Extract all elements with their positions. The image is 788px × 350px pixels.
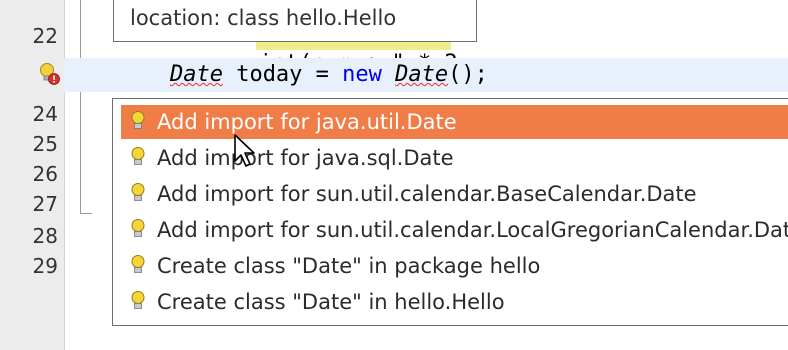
line-number: 24 [32,102,58,126]
line-number: 26 [32,162,58,186]
quick-fix-label: Add import for sun.util.calendar.LocalGr… [157,218,788,242]
quick-fix-item[interactable]: Add import for java.sql.Date [121,141,788,175]
line-number: 28 [32,224,58,248]
lightbulb-icon [131,111,145,129]
lightbulb-icon [131,255,145,273]
error-tooltip: location: class hello.Hello [113,0,477,42]
quick-fix-label: Create class "Date" in hello.Hello [157,290,505,314]
class-reference-error[interactable]: Date [170,62,223,87]
line-number: 27 [32,192,58,216]
code-line-23[interactable]: Date today = new Date(); [64,58,788,92]
quick-fix-item[interactable]: Create class "Date" in hello.Hello [121,285,788,319]
line-number: 29 [32,254,58,278]
mouse-pointer-icon [234,134,255,167]
code-text: (); [448,62,488,87]
quick-fix-popup: Add import for java.util.Date Add import… [112,98,788,326]
quick-fix-item[interactable]: Add import for java.util.Date [121,105,788,139]
lightbulb-error-icon[interactable] [38,62,60,86]
class-reference-error[interactable]: Date [395,62,448,87]
lightbulb-icon [131,291,145,309]
line-number: 25 [32,132,58,156]
quick-fix-item[interactable]: Add import for sun.util.calendar.BaseCal… [121,177,788,211]
editor-gutter: 22 24 25 26 27 28 29 [0,0,65,350]
quick-fix-label: Add import for java.util.Date [157,110,457,134]
keyword-new: new [342,62,382,87]
quick-fix-label: Add import for java.sql.Date [157,146,454,170]
quick-fix-item[interactable]: Create class "Date" in package hello [121,249,788,283]
code-text: today = [222,62,343,87]
code-fold-guide-end [80,213,92,214]
lightbulb-icon [131,219,145,237]
quick-fix-item[interactable]: Add import for sun.util.calendar.LocalGr… [121,213,788,247]
line-number: 22 [32,24,58,48]
lightbulb-icon [131,183,145,201]
lightbulb-icon [131,147,145,165]
quick-fix-label: Create class "Date" in package hello [157,254,541,278]
quick-fix-label: Add import for sun.util.calendar.BaseCal… [157,182,697,206]
